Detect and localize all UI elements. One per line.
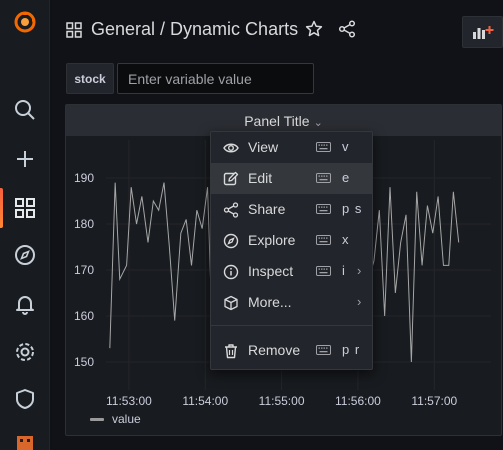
legend[interactable]: value [90,412,141,426]
explore-compass-icon[interactable] [13,243,37,267]
plus-icon[interactable] [13,147,37,171]
menu-item-label: Share [248,201,286,217]
search-icon[interactable] [13,98,37,122]
bell-icon[interactable] [13,292,37,316]
y-tick-label: 190 [74,171,94,185]
menu-item-view[interactable]: View v [211,132,372,163]
share-icon [223,202,239,218]
menu-item-more[interactable]: More... › [211,287,372,318]
menu-item-shortcut: p r [342,342,361,357]
keyboard-icon [316,173,331,183]
menu-divider [211,325,372,326]
legend-label: value [112,412,141,426]
share-icon[interactable] [338,20,356,43]
add-panel-button[interactable] [462,16,503,48]
compass-icon [223,233,239,249]
edit-icon [223,171,239,186]
y-tick-label: 160 [74,309,94,323]
chevron-right-icon: › [357,294,362,309]
menu-item-label: Explore [248,232,296,248]
keyboard-icon [316,266,331,276]
variable-input[interactable] [117,63,314,94]
breadcrumb[interactable]: General / Dynamic Charts [91,19,298,40]
star-icon[interactable] [305,20,323,43]
user-avatar-icon[interactable] [13,432,37,450]
gear-icon[interactable] [13,340,37,364]
active-indicator [0,188,3,228]
x-tick-label: 11:53:00 [106,394,152,408]
menu-item-shortcut: x [342,232,350,247]
dashboards-icon[interactable] [13,196,37,220]
menu-item-inspect[interactable]: Inspect i › [211,256,372,287]
menu-item-shortcut: e [342,170,351,185]
x-tick-label: 11:55:00 [259,394,305,408]
eye-icon [223,143,239,153]
chevron-right-icon: › [357,263,362,278]
menu-item-edit[interactable]: Edit e [211,163,372,194]
y-tick-label: 170 [74,263,94,277]
keyboard-icon [316,235,331,245]
dashboard-header: General / Dynamic Charts [50,0,503,60]
keyboard-icon [316,204,331,214]
sidebar [0,0,50,450]
menu-item-share[interactable]: Share p s [211,194,372,225]
x-tick-label: 11:54:00 [182,394,228,408]
dashboard-grid-icon [66,22,82,43]
menu-item-label: View [248,139,279,155]
shield-icon[interactable] [13,387,37,411]
legend-swatch [90,417,104,421]
menu-item-shortcut: v [342,139,350,154]
x-tick-label: 11:57:00 [411,394,457,408]
trash-icon [225,344,237,359]
variable-label: stock [66,63,114,94]
menu-item-shortcut: p s [342,201,363,216]
menu-item-shortcut: i [342,263,346,278]
add-panel-icon [472,26,493,39]
x-tick-label: 11:56:00 [335,394,381,408]
menu-item-explore[interactable]: Explore x [211,225,372,256]
menu-item-label: Edit [248,170,273,186]
info-icon [223,264,239,280]
menu-item-label: Remove [248,342,301,358]
keyboard-icon [316,142,331,152]
panel-menu: View v Edit e Share p s Explore x Inspect i › More.… [210,131,373,370]
cube-icon [224,295,238,311]
menu-item-label: Inspect [248,263,294,279]
menu-item-label: More... [248,294,292,310]
y-tick-label: 150 [74,355,94,369]
y-tick-label: 180 [74,217,94,231]
keyboard-icon [316,345,331,355]
menu-item-remove[interactable]: Remove p r [211,335,372,366]
grafana-logo-icon[interactable] [13,10,37,34]
